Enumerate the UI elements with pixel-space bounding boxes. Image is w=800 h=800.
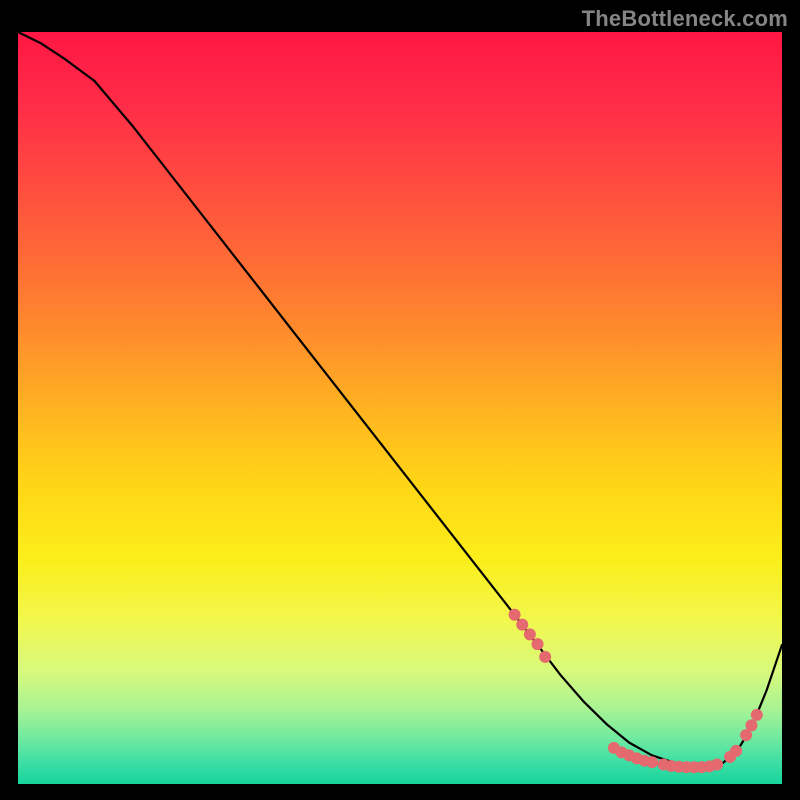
gradient-background	[18, 32, 782, 784]
data-marker	[539, 651, 551, 663]
data-marker	[730, 745, 742, 757]
data-marker	[751, 709, 763, 721]
watermark-text: TheBottleneck.com	[582, 6, 788, 32]
data-marker	[745, 719, 757, 731]
data-marker	[516, 619, 528, 631]
data-marker	[524, 628, 536, 640]
data-marker	[509, 609, 521, 621]
chart-container: TheBottleneck.com	[0, 0, 800, 800]
data-marker	[711, 758, 723, 770]
chart-svg	[18, 32, 782, 784]
data-marker	[532, 638, 544, 650]
data-marker	[646, 756, 658, 768]
